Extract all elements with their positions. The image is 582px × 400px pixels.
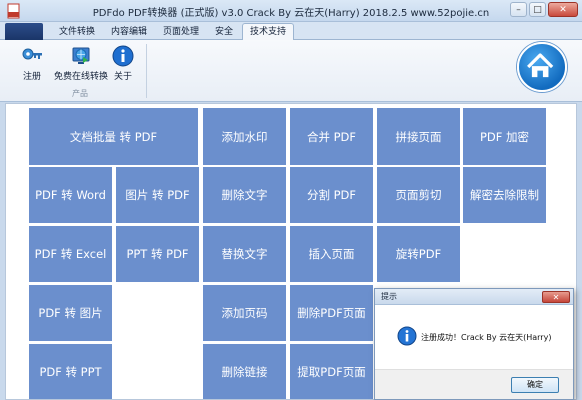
tile-rotate-pdf[interactable]: 旋转PDF xyxy=(377,226,460,282)
tab-page-process[interactable]: 页面处理 xyxy=(156,24,206,40)
info-icon xyxy=(112,45,134,67)
ribbon-group-separator xyxy=(146,44,147,98)
tile-split-pdf[interactable]: 分割 PDF xyxy=(290,167,373,223)
key-icon xyxy=(22,48,42,60)
dialog-footer: 确定 xyxy=(375,369,573,399)
tab-file-convert[interactable]: 文件转换 xyxy=(52,24,102,40)
tile-delete-text[interactable]: 删除文字 xyxy=(203,167,286,223)
maximize-button[interactable]: □ xyxy=(529,2,546,17)
free-online-convert-label: 免费在线转换 xyxy=(54,72,109,82)
tile-replace-text[interactable]: 替换文字 xyxy=(203,226,286,282)
register-label: 注册 xyxy=(22,72,41,82)
ok-button[interactable]: 确定 xyxy=(511,377,559,393)
tile-join-pages[interactable]: 拼接页面 xyxy=(377,108,460,165)
tile-image-to-pdf[interactable]: 图片 转 PDF xyxy=(116,167,199,223)
tile-decrypt-remove-restrictions[interactable]: 解密去除限制 xyxy=(463,167,546,223)
window-title: PDFdo PDF转换器 (正式版) v3.0 Crack By 云在天(Har… xyxy=(92,8,490,19)
dialog-close-button[interactable]: ✕ xyxy=(542,291,570,303)
title-bar: PDFdo PDF转换器 (正式版) v3.0 Crack By 云在天(Har… xyxy=(0,0,582,22)
tab-security[interactable]: 安全 xyxy=(208,24,240,40)
minimize-button[interactable]: – xyxy=(510,2,527,17)
ribbon-group-label: 产品 xyxy=(72,89,88,98)
app-menu-button[interactable] xyxy=(5,23,43,40)
tab-tech-support[interactable]: 技术支持 xyxy=(242,23,294,41)
dialog-message: 注册成功！Crack By 云在天(Harry) xyxy=(421,333,552,342)
close-button[interactable]: ✕ xyxy=(548,2,578,17)
tile-pdf-to-word[interactable]: PDF 转 Word xyxy=(29,167,112,223)
message-dialog: 提示 ✕ 注册成功！Crack By 云在天(Harry) 确定 xyxy=(374,288,574,400)
about-label: 关于 xyxy=(113,72,132,82)
tile-add-watermark[interactable]: 添加水印 xyxy=(203,108,286,165)
register-button[interactable]: 注册 xyxy=(14,45,50,82)
tile-insert-page[interactable]: 插入页面 xyxy=(290,226,373,282)
dialog-title: 提示 xyxy=(381,292,397,301)
home-button[interactable] xyxy=(517,42,567,92)
tile-extract-pdf-page[interactable]: 提取PDF页面 xyxy=(290,344,373,399)
tile-batch-to-pdf[interactable]: 文档批量 转 PDF xyxy=(29,108,198,165)
tile-pdf-to-image[interactable]: PDF 转 图片 xyxy=(29,285,112,341)
tab-content-edit[interactable]: 内容编辑 xyxy=(104,24,154,40)
info-icon xyxy=(397,326,417,346)
home-icon xyxy=(527,53,554,78)
ribbon-panel: 注册 免费在线转换 关于 产品 xyxy=(0,40,582,102)
free-online-convert-button[interactable]: 免费在线转换 xyxy=(54,45,108,82)
globe-icon xyxy=(72,47,90,64)
tile-pdf-encrypt[interactable]: PDF 加密 xyxy=(463,108,546,165)
dialog-title-bar: 提示 ✕ xyxy=(375,289,573,305)
tile-pdf-to-excel[interactable]: PDF 转 Excel xyxy=(29,226,112,282)
tile-crop-page[interactable]: 页面剪切 xyxy=(377,167,460,223)
tile-add-page-number[interactable]: 添加页码 xyxy=(203,285,286,341)
about-button[interactable]: 关于 xyxy=(112,45,134,82)
tile-merge-pdf[interactable]: 合并 PDF xyxy=(290,108,373,165)
tile-delete-links[interactable]: 删除链接 xyxy=(203,344,286,399)
tile-delete-pdf-page[interactable]: 删除PDF页面 xyxy=(290,285,373,341)
tile-pdf-to-ppt[interactable]: PDF 转 PPT xyxy=(29,344,112,399)
ribbon-tab-bar: 文件转换 内容编辑 页面处理 安全 技术支持 xyxy=(0,22,582,41)
tile-ppt-to-pdf[interactable]: PPT 转 PDF xyxy=(116,226,199,282)
